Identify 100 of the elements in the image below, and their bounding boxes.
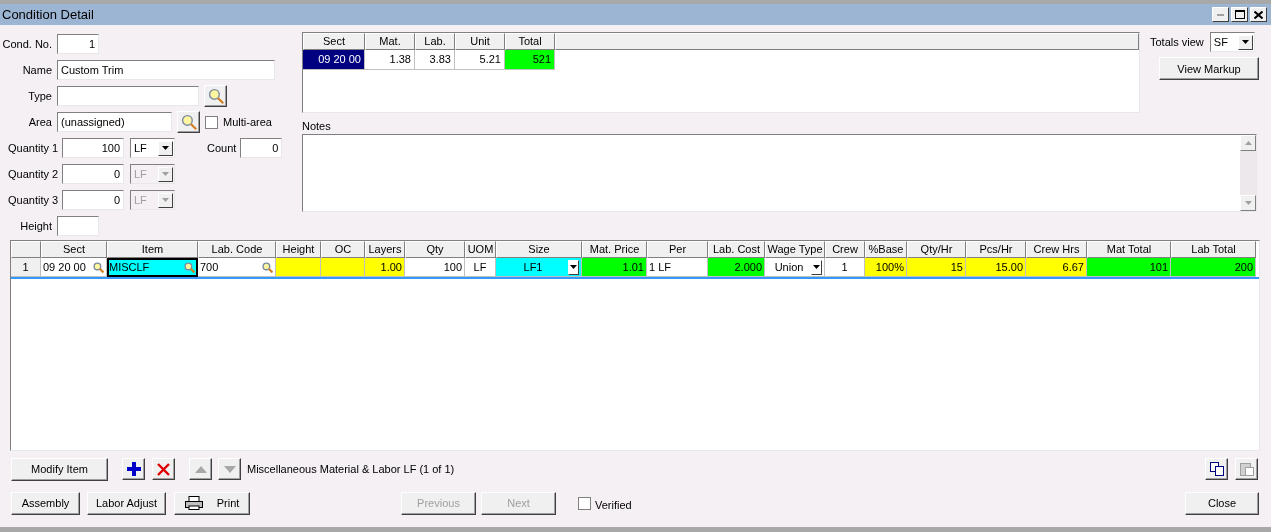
column-header: Total (505, 33, 555, 50)
column-header: Sect (41, 241, 107, 258)
column-header: Per (647, 241, 708, 258)
input-field[interactable]: Custom Trim (57, 60, 275, 80)
checkbox-label: Verified (595, 499, 632, 511)
input-field[interactable]: 0 (240, 138, 283, 158)
column-header: OC (321, 241, 365, 258)
column-header: Qty/Hr (907, 241, 966, 258)
dropdown-value: SF (1213, 34, 1228, 50)
scrollbar[interactable] (1240, 135, 1256, 211)
dropdown-value: LF (134, 140, 147, 156)
close-button[interactable]: Close (1185, 491, 1259, 515)
table-cell[interactable] (276, 258, 321, 277)
cell-text: LF1 (522, 261, 544, 273)
column-header: Mat Total (1087, 241, 1171, 258)
lookup-button[interactable] (204, 85, 227, 107)
up-arrow-icon (1244, 141, 1252, 145)
column-header: Lab. (415, 33, 455, 50)
table-cell[interactable]: 2.000 (708, 258, 765, 277)
checkbox[interactable] (205, 115, 218, 129)
table-cell[interactable]: LF1 (496, 258, 582, 277)
delete-button[interactable] (152, 458, 175, 480)
maximize-icon (1234, 10, 1245, 19)
input-field[interactable] (57, 216, 99, 236)
table-cell[interactable]: 100 (405, 258, 465, 277)
button[interactable]: Assembly (11, 491, 80, 515)
down-arrow-icon (223, 465, 236, 473)
table-cell[interactable]: 100% (865, 258, 907, 277)
search-icon (180, 114, 197, 130)
table-cell[interactable]: 09 20 00 (303, 50, 365, 70)
column-header: Unit (455, 33, 505, 50)
table-cell[interactable]: 15.00 (966, 258, 1026, 277)
column-header: Item (107, 241, 198, 258)
lookup-button[interactable] (177, 111, 200, 133)
column-header: Qty (405, 241, 465, 258)
field-label: Quantity 1 (7, 142, 60, 154)
copy-button[interactable] (1205, 458, 1228, 480)
field-label: Cond. No. (1, 38, 53, 50)
column-header: Mat. (365, 33, 415, 50)
item-description: Miscellaneous Material & Labor LF (1 of 1) (247, 463, 455, 475)
table-cell[interactable]: 1.01 (582, 258, 647, 277)
printer-icon (184, 496, 203, 510)
checkbox[interactable] (578, 496, 591, 510)
close-icon (1254, 10, 1263, 19)
column-header: Height (276, 241, 321, 258)
column-header: Lab. Code (198, 241, 276, 258)
unit-dropdown[interactable]: LF (130, 138, 175, 158)
column-header: Lab Total (1171, 241, 1256, 258)
field-label: Type (27, 90, 53, 102)
up-arrow-icon (194, 465, 207, 473)
table-cell[interactable]: 521 (505, 50, 555, 70)
caret-icon (813, 265, 820, 269)
caret-icon (162, 172, 169, 176)
view-markup-button[interactable]: View Markup (1159, 57, 1259, 80)
table-cell[interactable]: 200 (1171, 258, 1256, 277)
close-button[interactable] (1250, 7, 1267, 22)
button[interactable]: Print (174, 491, 250, 515)
search-icon (262, 261, 273, 273)
window-title: Condition Detail (2, 7, 94, 22)
checkbox-label: Multi-area (223, 116, 272, 128)
field-label: Height (19, 220, 53, 232)
button[interactable]: Labor Adjust (87, 491, 166, 515)
column-header: Mat. Price (582, 241, 647, 258)
input-field[interactable]: 100 (62, 138, 124, 158)
input-field[interactable]: (unassigned) (57, 112, 172, 132)
table-cell[interactable]: 3.83 (415, 50, 455, 70)
add-button[interactable] (122, 458, 145, 480)
column-header: Wage Type (765, 241, 825, 258)
cell-text: Union (773, 261, 805, 273)
column-header: Lab. Cost (708, 241, 765, 258)
field-label: Area (27, 116, 53, 128)
column-header: Crew Hrs (1026, 241, 1087, 258)
table-cell[interactable]: 1.38 (365, 50, 415, 70)
table-cell[interactable]: MISCLF (107, 258, 198, 277)
column-header: %Base (865, 241, 907, 258)
search-icon (184, 261, 195, 273)
modify-item-button[interactable]: Modify Item (11, 457, 108, 481)
field-label: Name (21, 64, 53, 76)
caret-icon (162, 146, 169, 150)
column-header: Sect (303, 33, 365, 50)
table-cell[interactable] (321, 258, 365, 277)
minimize-button[interactable] (1212, 7, 1229, 22)
notes-field[interactable] (302, 134, 1257, 212)
clipboard-icon (1239, 462, 1254, 476)
column-header: Layers (365, 241, 405, 258)
totals-view-dropdown[interactable]: SF (1209, 32, 1255, 52)
maximize-button[interactable] (1231, 7, 1248, 22)
table-cell[interactable]: Union (765, 258, 825, 277)
caret-icon (162, 198, 169, 202)
input-field[interactable]: 1 (57, 34, 99, 54)
caret-icon (1241, 40, 1249, 44)
dropdown-value: LF (134, 192, 147, 208)
table-cell[interactable]: 1.00 (365, 258, 405, 277)
table-cell[interactable]: 101 (1087, 258, 1171, 277)
input-field[interactable] (57, 86, 199, 106)
caret-icon (570, 265, 577, 269)
column-header: UOM (465, 241, 496, 258)
table-cell[interactable]: 15 (907, 258, 966, 277)
field-label: Count (207, 142, 237, 154)
table-cell[interactable]: 6.67 (1026, 258, 1087, 277)
